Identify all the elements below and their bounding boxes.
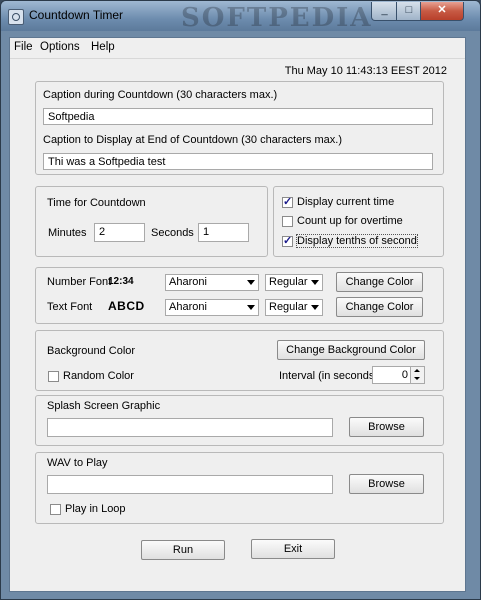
window-title: Countdown Timer [29,8,124,22]
interval-label: Interval (in seconds) [279,370,379,382]
text-font-select[interactable]: Aharoni [165,299,259,316]
display-options-panel: Display current time Count up for overti… [273,186,444,257]
text-font-label: Text Font [47,301,93,313]
background-panel: Background Color Change Background Color… [35,330,444,391]
chevron-down-icon [247,280,255,285]
caption-during-input[interactable]: Softpedia [43,108,433,125]
splash-panel: Splash Screen Graphic Browse [35,395,444,446]
seconds-label: Seconds [151,227,194,239]
interval-value: 0 [401,369,408,381]
text-font-value: Aharoni [169,301,207,313]
number-font-select[interactable]: Aharoni [165,274,259,291]
title-bar[interactable]: Countdown Timer SOFTPEDIA _ □ ✕ [1,1,480,33]
menu-file[interactable]: File [14,41,33,53]
display-current-time-checkbox[interactable] [282,195,293,208]
chevron-down-icon [311,305,319,310]
chevron-down-icon [311,280,319,285]
text-style-value: Regular [269,301,308,313]
number-font-label: Number Font [47,276,112,288]
wav-path-input[interactable] [47,475,333,494]
seconds-input[interactable]: 1 [198,223,249,242]
number-change-color-button[interactable]: Change Color [336,272,423,292]
menu-help[interactable]: Help [91,41,115,53]
chevron-down-icon [247,305,255,310]
display-tenths-checkbox[interactable] [282,234,293,247]
minutes-input[interactable]: 2 [94,223,145,242]
close-button[interactable]: ✕ [420,2,464,21]
caption-panel: Caption during Countdown (30 characters … [35,81,444,175]
play-in-loop-label[interactable]: Play in Loop [65,503,126,515]
countdown-timer-window: Countdown Timer SOFTPEDIA _ □ ✕ File Opt… [0,0,481,600]
text-change-color-button[interactable]: Change Color [336,297,423,317]
display-tenths-label[interactable]: Display tenths of second [296,234,418,248]
change-background-color-button[interactable]: Change Background Color [277,340,425,360]
app-icon [8,9,24,25]
menu-bar: File Options Help [10,38,465,59]
splash-path-input[interactable] [47,418,333,437]
count-up-overtime-checkbox[interactable] [282,216,293,227]
count-up-overtime-label[interactable]: Count up for overtime [297,215,403,227]
current-datetime: Thu May 10 11:43:13 EEST 2012 [284,65,447,77]
client-area: File Options Help Thu May 10 11:43:13 EE… [9,37,466,592]
watermark-logo: SOFTPEDIA [181,3,373,33]
text-style-select[interactable]: Regular [265,299,323,316]
display-current-time-label[interactable]: Display current time [297,196,394,208]
run-button[interactable]: Run [141,540,225,560]
maximize-button[interactable]: □ [396,2,422,21]
wav-panel: WAV to Play Browse Play in Loop [35,452,444,524]
caption-end-label: Caption to Display at End of Countdown (… [43,134,342,146]
wav-title: WAV to Play [47,457,108,469]
wav-browse-button[interactable]: Browse [349,474,424,494]
caption-end-input[interactable]: Thi was a Softpedia test [43,153,433,170]
minimize-button[interactable]: _ [371,2,398,21]
time-panel-title: Time for Countdown [47,197,146,209]
number-font-sample: 12:34 [108,276,134,287]
splash-title: Splash Screen Graphic [47,400,161,412]
menu-options[interactable]: Options [40,41,80,53]
exit-button[interactable]: Exit [251,539,335,559]
splash-browse-button[interactable]: Browse [349,417,424,437]
spin-down-icon[interactable] [410,375,424,383]
font-panel: Number Font 12:34 Aharoni Regular Change… [35,267,444,324]
number-style-select[interactable]: Regular [265,274,323,291]
number-style-value: Regular [269,276,308,288]
text-font-sample: ABCD [108,299,145,313]
background-color-label: Background Color [47,345,136,357]
random-color-checkbox[interactable] [48,371,59,382]
random-color-label[interactable]: Random Color [63,370,134,382]
minutes-label: Minutes [48,227,87,239]
interval-spinner[interactable]: 0 [372,366,425,384]
number-font-value: Aharoni [169,276,207,288]
play-in-loop-checkbox[interactable] [50,504,61,515]
time-panel: Time for Countdown Minutes 2 Seconds 1 [35,186,268,257]
caption-during-label: Caption during Countdown (30 characters … [43,89,278,101]
